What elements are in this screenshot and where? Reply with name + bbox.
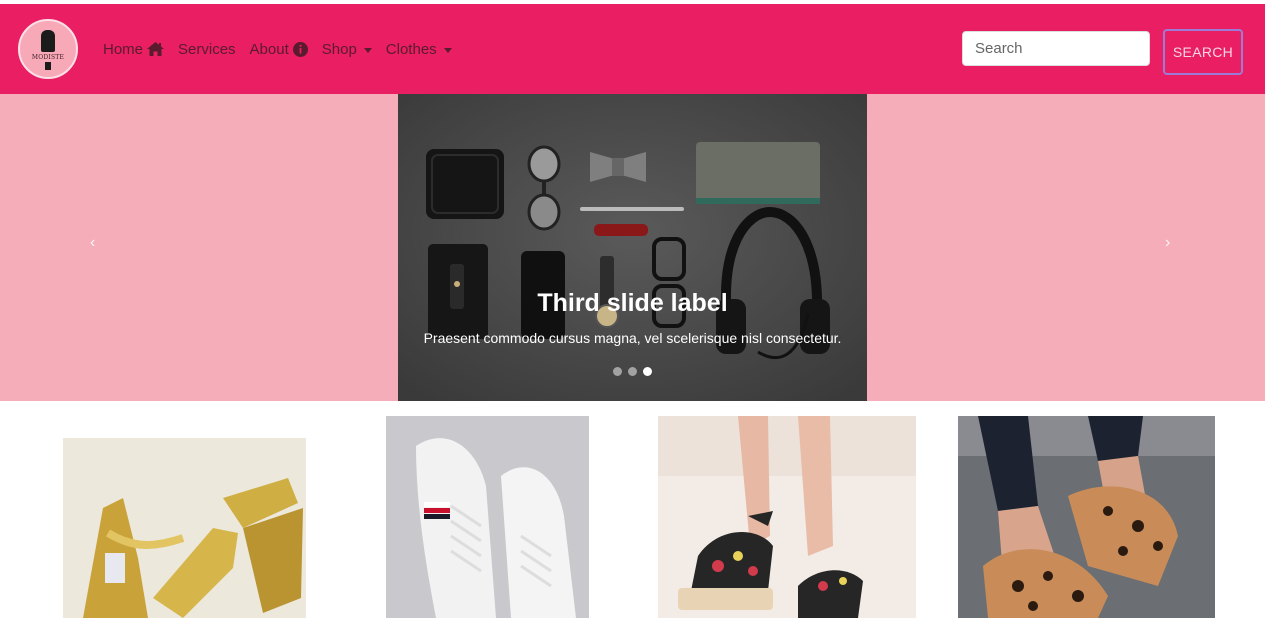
nav-shop-label: Shop [321,40,357,58]
carousel-caption-text: Praesent commodo cursus magna, vel scele… [423,330,842,346]
carousel-next-icon[interactable]: › [1165,234,1170,252]
accessories-flatlay-image [398,94,867,401]
nav-shop-dropdown[interactable]: Shop [322,41,372,58]
home-icon [147,42,165,56]
logo-text: MODISTE [31,54,65,61]
chevron-down-icon [443,47,452,53]
mannequin-base-icon [45,62,51,70]
carousel-slide-image: Third slide label Praesent commodo cursu… [398,94,867,401]
product-image-floral-wedge[interactable] [658,416,916,618]
nav-home-label: Home [103,40,144,58]
carousel-indicator-1[interactable] [613,367,622,376]
nav-clothes-label: Clothes [385,40,437,58]
search-input[interactable] [962,31,1150,66]
carousel-indicator-3[interactable] [643,367,652,376]
carousel-prev-icon[interactable]: ‹ [90,234,95,252]
carousel-indicators [398,367,867,376]
nav-about[interactable]: About [250,41,308,58]
nav-home[interactable]: Home [103,40,165,58]
product-gallery [0,401,1265,618]
nav-clothes-dropdown[interactable]: Clothes [386,41,452,58]
nav-services[interactable]: Services [178,41,236,58]
hero-carousel: ‹ › Third slide label Praesent commodo c… [0,94,1265,401]
nav-services-label: Services [178,40,236,58]
product-image-white-sneakers[interactable] [386,416,589,618]
carousel-indicator-2[interactable] [628,367,637,376]
search-button[interactable]: SEARCH [1163,29,1243,75]
chevron-down-icon [363,47,372,53]
carousel-caption-title: Third slide label [537,289,728,317]
nav-links: Home Services About Shop Clothes [103,4,466,94]
product-image-leopard-platform[interactable] [958,416,1215,618]
info-icon [292,41,308,57]
mannequin-icon [41,30,55,52]
brand-logo[interactable]: MODISTE [18,19,78,79]
navbar: MODISTE Home Services About Shop Clothes [0,4,1265,94]
nav-about-label: About [249,40,289,58]
product-image-gold-wedge[interactable] [63,438,306,618]
